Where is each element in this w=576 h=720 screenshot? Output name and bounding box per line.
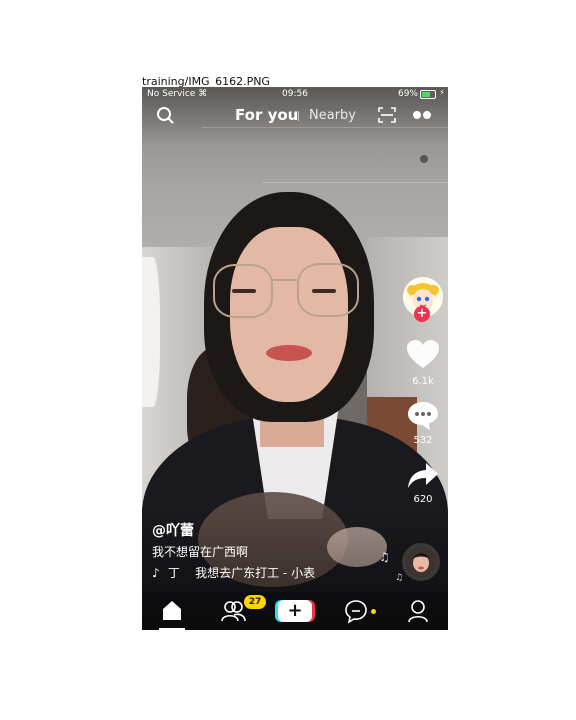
- battery-icon: [420, 90, 436, 99]
- music-title: 我想去广东打工 - 小表: [195, 566, 316, 580]
- tab-divider: [298, 111, 299, 121]
- like-count: 6.1k: [412, 376, 434, 387]
- create-button[interactable]: +: [278, 600, 312, 622]
- music-row[interactable]: ♪ 丁 我想去广东打工 - 小表: [152, 564, 315, 581]
- music-note-icon: ♫: [395, 573, 404, 583]
- home-icon[interactable]: [159, 598, 185, 624]
- top-nav: For you Nearby: [142, 105, 448, 127]
- share-icon[interactable]: [406, 460, 440, 492]
- bottom-nav: 27 +: [142, 592, 448, 630]
- sprinkler: [420, 155, 428, 163]
- share-count: 620: [413, 494, 433, 505]
- follow-button[interactable]: +: [414, 306, 430, 322]
- home-active-indicator: [159, 628, 185, 630]
- friends-icon[interactable]: [220, 598, 246, 624]
- music-disc-art: [406, 547, 436, 577]
- person-lips: [266, 345, 312, 361]
- tab-for-you[interactable]: For you: [235, 106, 298, 124]
- tiktok-note-icon: ♪: [152, 566, 160, 580]
- profile-icon[interactable]: [405, 598, 431, 624]
- music-disc[interactable]: [402, 543, 440, 581]
- more-icon[interactable]: [412, 110, 432, 120]
- messages-dot: [371, 609, 376, 614]
- status-bar: No Service ⌘ 09:56 69% ⚡: [142, 87, 448, 101]
- creator-username[interactable]: @吖蕾: [152, 520, 194, 540]
- ceiling-line: [262, 182, 448, 183]
- window-light: [142, 257, 160, 407]
- comment-icon[interactable]: [406, 400, 440, 432]
- messages-icon[interactable]: [343, 598, 369, 624]
- tab-nearby[interactable]: Nearby: [309, 108, 356, 123]
- battery-percent: 69%: [397, 89, 418, 99]
- glasses-lens: [213, 264, 273, 318]
- search-icon[interactable]: [156, 106, 174, 124]
- glasses-lens: [297, 263, 359, 317]
- comment-count: 532: [413, 435, 433, 446]
- video-description: 我不想留在广西啊: [152, 545, 249, 559]
- music-note-icon: ♫: [379, 550, 390, 564]
- heart-icon[interactable]: [406, 339, 440, 371]
- music-marquee-fragment: 丁: [167, 566, 192, 580]
- charging-icon: ⚡: [439, 88, 445, 97]
- friends-badge: 27: [244, 595, 266, 609]
- phone-screen: No Service ⌘ 09:56 69% ⚡ For you Nearby: [142, 87, 448, 630]
- glasses-bridge: [271, 279, 297, 281]
- scan-icon[interactable]: [378, 107, 396, 123]
